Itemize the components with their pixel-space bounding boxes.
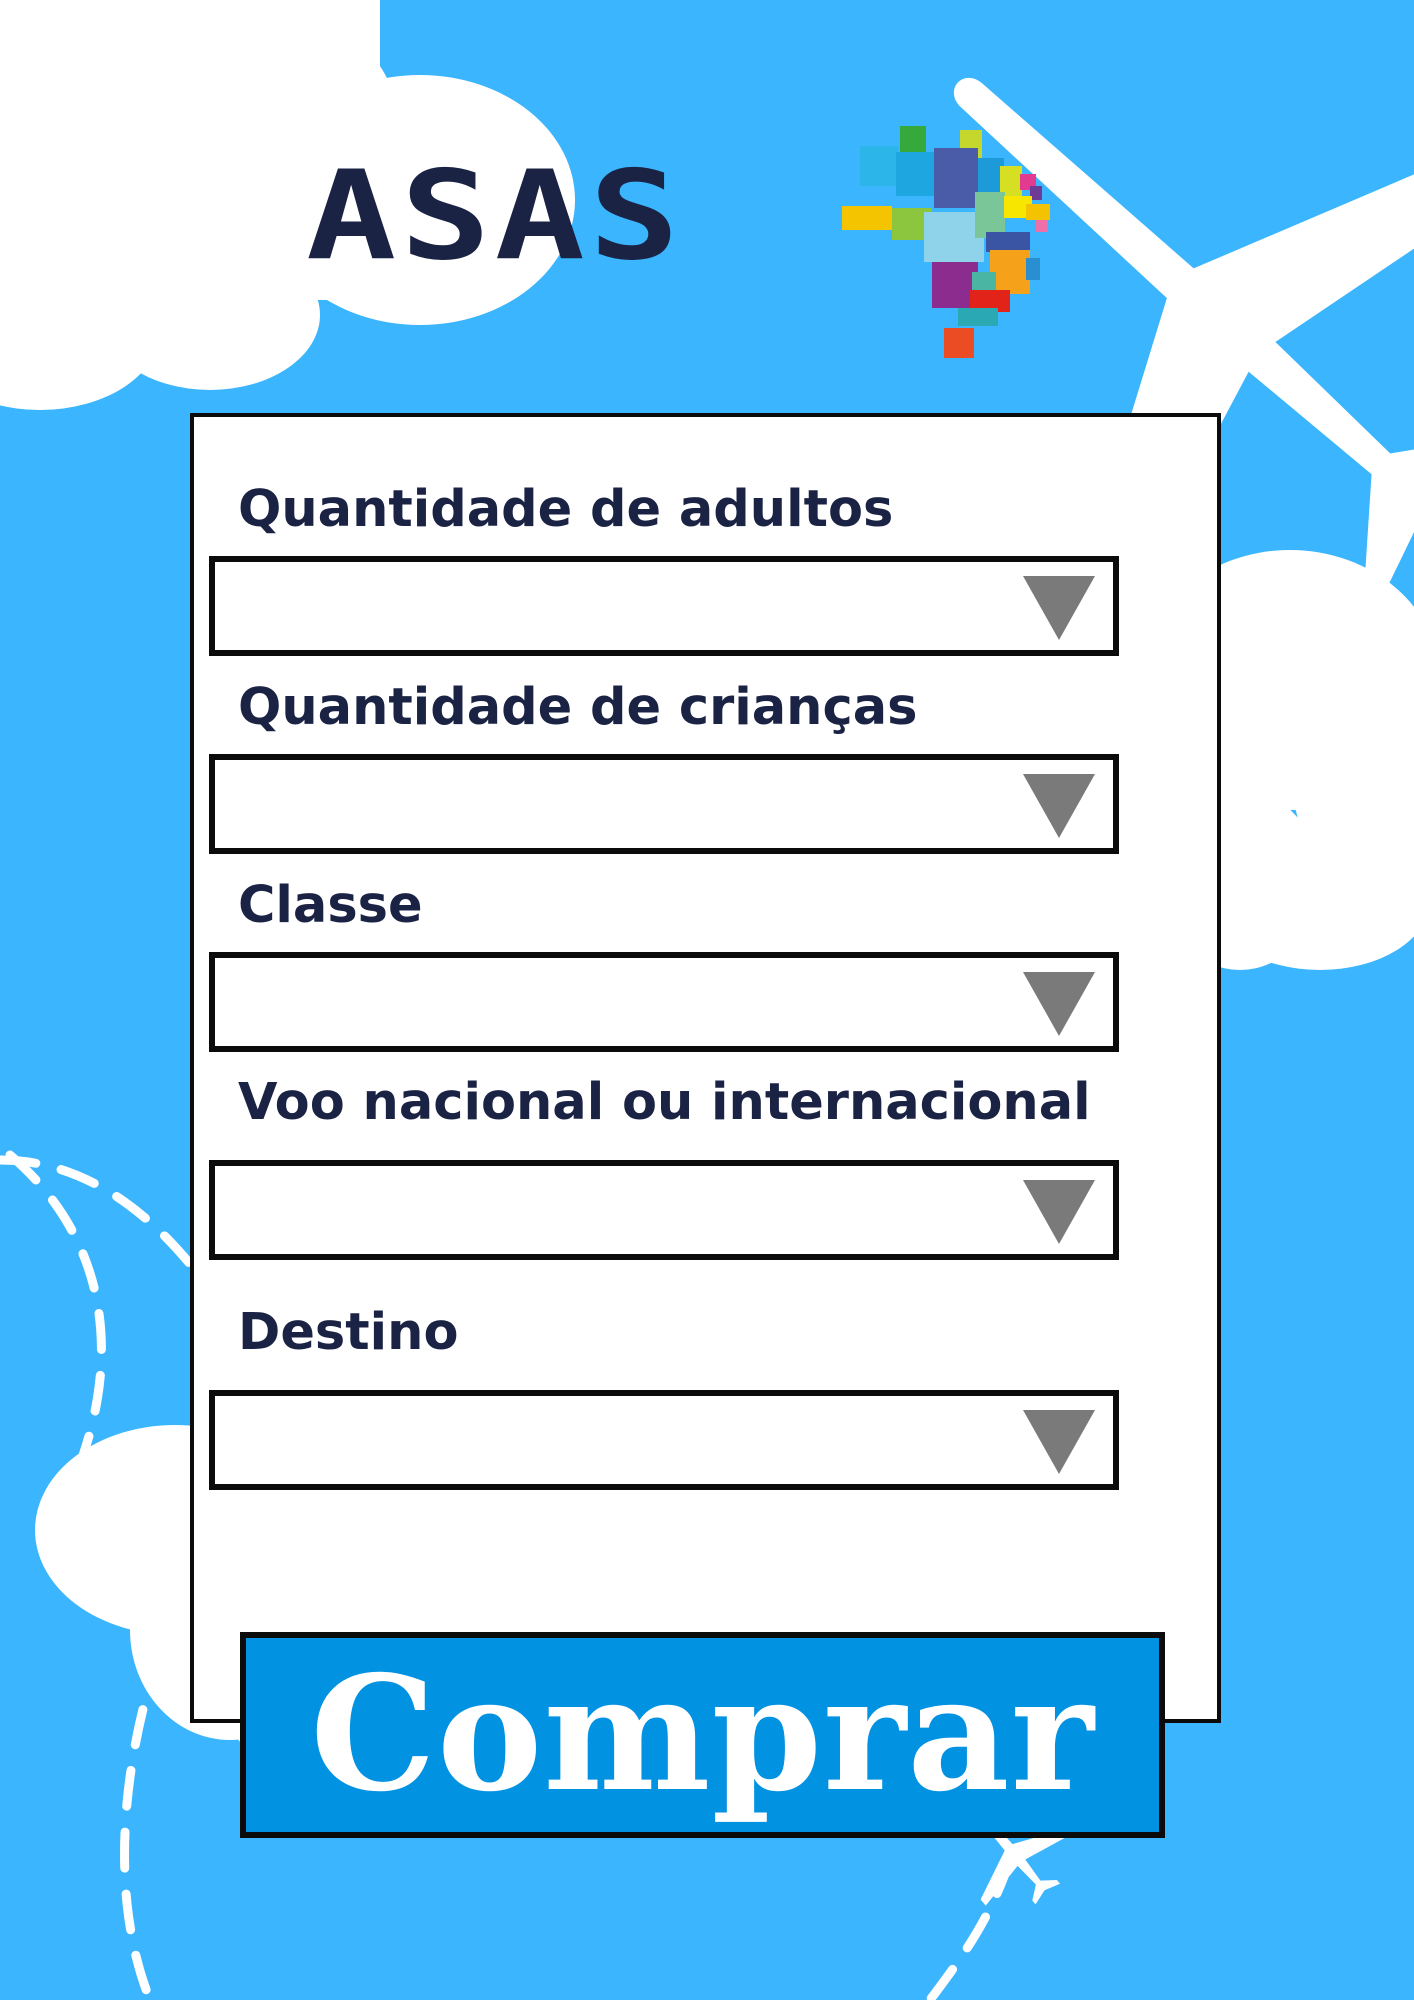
buy-button[interactable]: Comprar — [240, 1632, 1165, 1838]
adults-quantity-select[interactable] — [209, 556, 1119, 656]
logo-wordmark: ASAS — [306, 145, 684, 288]
adults-quantity-label: Quantidade de adultos — [238, 480, 894, 539]
flight-type-select[interactable] — [209, 1160, 1119, 1260]
triangle-down-icon — [1023, 972, 1095, 1036]
brazil-map-mosaic-icon — [842, 126, 1050, 358]
triangle-down-icon — [1023, 1180, 1095, 1244]
flight-type-label: Voo nacional ou internacional — [238, 1073, 1091, 1132]
triangle-down-icon — [1023, 576, 1095, 640]
destination-label: Destino — [238, 1303, 459, 1362]
triangle-down-icon — [1023, 1410, 1095, 1474]
destination-select[interactable] — [209, 1390, 1119, 1490]
children-quantity-label: Quantidade de crianças — [238, 678, 918, 737]
class-label: Classe — [238, 876, 423, 935]
class-select[interactable] — [209, 952, 1119, 1052]
children-quantity-select[interactable] — [209, 754, 1119, 854]
triangle-down-icon — [1023, 774, 1095, 838]
